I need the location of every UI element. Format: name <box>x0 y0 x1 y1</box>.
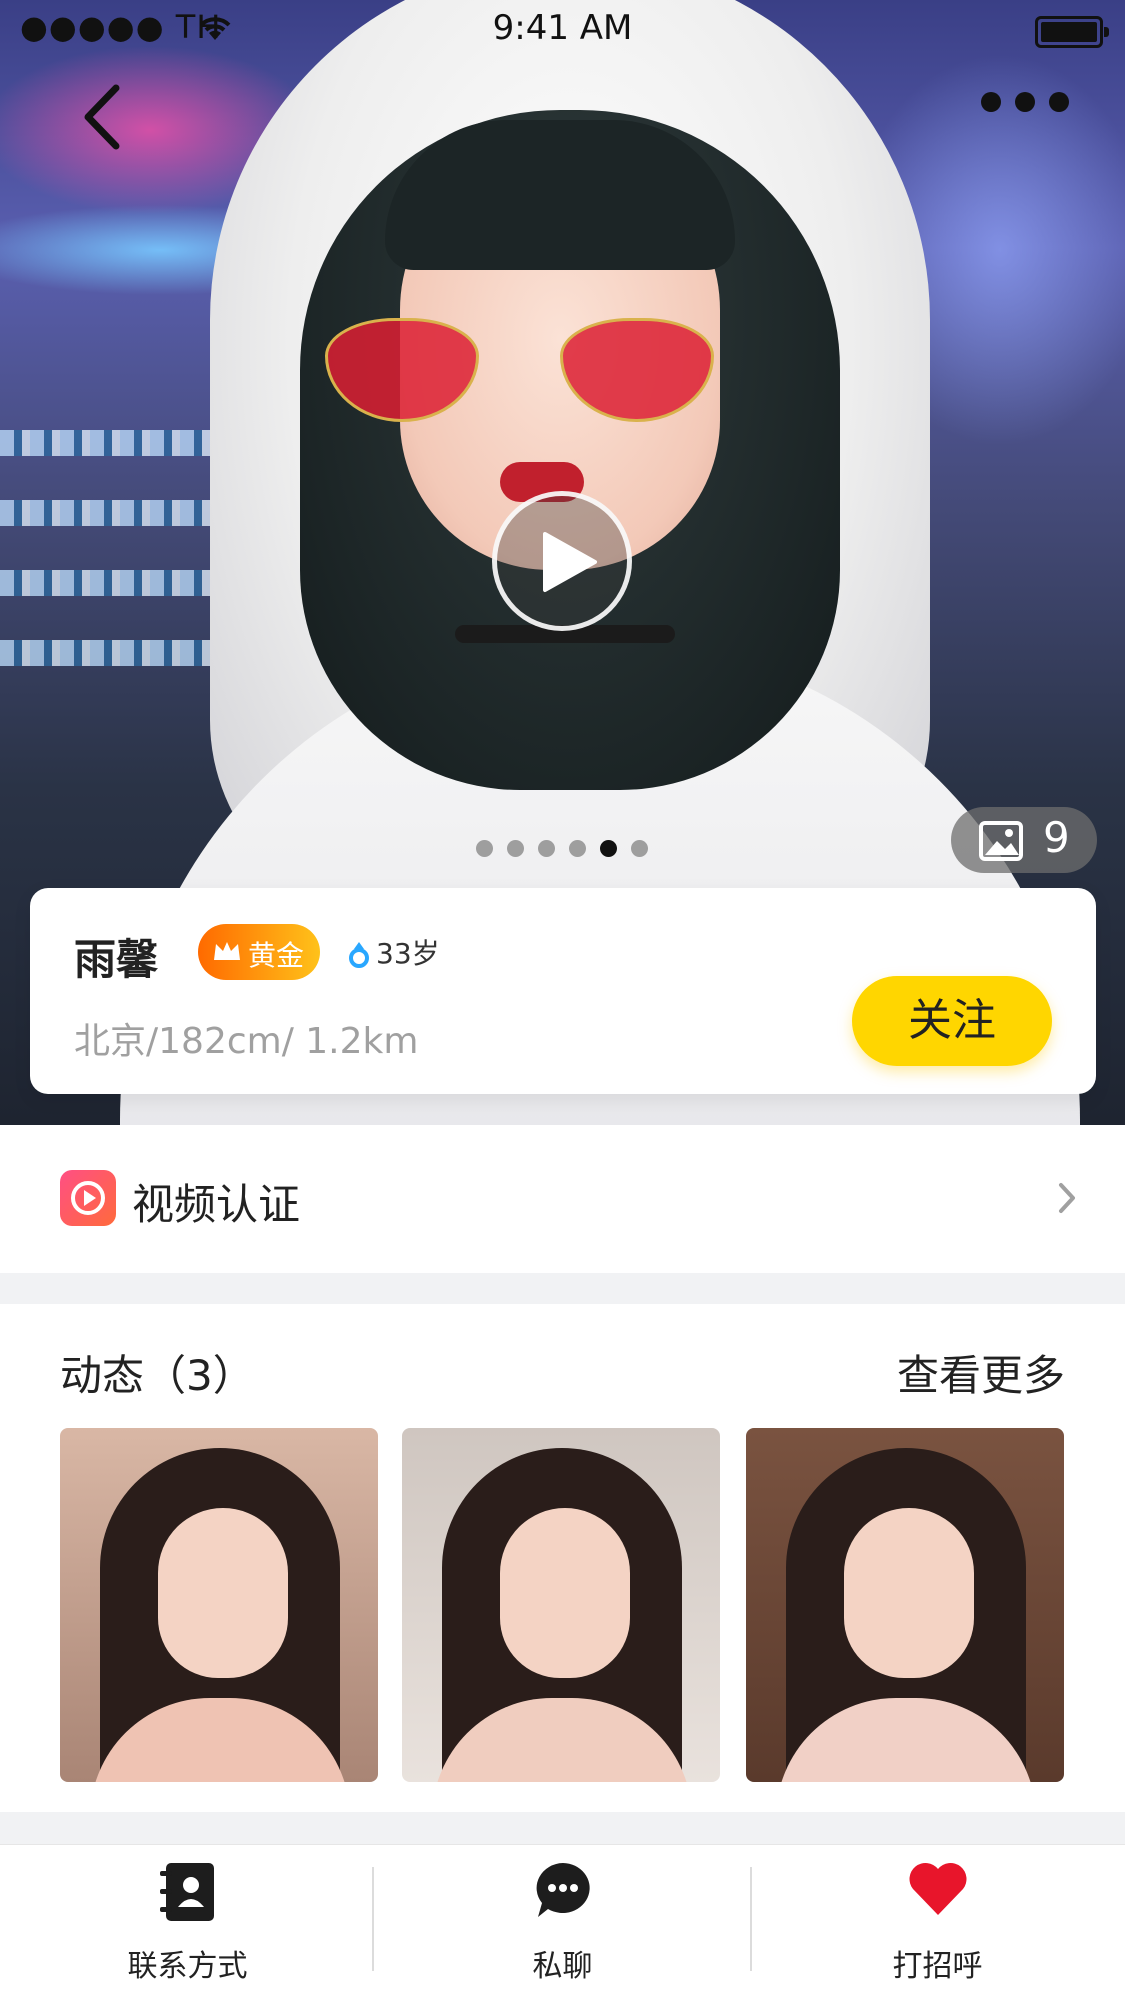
heart-icon <box>908 1862 967 1915</box>
carousel-dot <box>631 840 648 857</box>
carousel-dot <box>569 840 586 857</box>
contact-book-icon <box>159 1863 214 1921</box>
chat-bubble-icon <box>536 1863 590 1917</box>
photo-count-value: 9 <box>1043 813 1070 862</box>
carousel-dot <box>538 840 555 857</box>
tab-say-hi-label: 打招呼 <box>892 1949 983 1984</box>
tab-contact[interactable]: 联系方式 <box>0 1845 375 2002</box>
profile-age: 33岁 <box>376 937 440 970</box>
gender-female-icon <box>349 942 369 968</box>
play-icon <box>543 532 597 592</box>
carousel-dot <box>600 840 617 857</box>
clock: 9:41 AM <box>492 8 633 48</box>
carousel-indicator <box>476 840 648 858</box>
tab-private-chat-label: 私聊 <box>532 1949 593 1984</box>
tab-contact-label: 联系方式 <box>127 1949 248 1984</box>
divider <box>372 1867 374 1971</box>
chevron-right-icon <box>1059 1183 1075 1213</box>
profile-name: 雨馨 <box>74 935 159 984</box>
video-verify-icon <box>60 1170 116 1226</box>
bottom-action-bar: 联系方式 私聊 打招呼 <box>0 1844 1125 2002</box>
profile-card: 雨馨 黄金 33岁 北京/182cm/ 1.2km 关注 <box>30 888 1096 1094</box>
more-dots-icon <box>981 92 1069 112</box>
carousel-dot <box>476 840 493 857</box>
photo-count-badge[interactable]: 9 <box>951 807 1097 873</box>
tab-say-hi[interactable]: 打招呼 <box>750 1845 1125 2002</box>
moment-photo[interactable] <box>402 1428 720 1782</box>
profile-meta: 北京/182cm/ 1.2km <box>74 1021 419 1062</box>
status-bar: ●●●●● TH 9:41 AM <box>0 0 1125 58</box>
more-options-button[interactable] <box>977 88 1073 116</box>
play-video-button[interactable] <box>492 491 632 631</box>
vip-badge: 黄金 <box>198 924 320 980</box>
tab-private-chat[interactable]: 私聊 <box>375 1845 750 2002</box>
crown-icon <box>214 942 240 960</box>
battery-icon <box>1035 16 1109 48</box>
moments-section: 动态（3） 查看更多 <box>0 1304 1125 1812</box>
chevron-left-icon <box>84 84 120 150</box>
image-icon <box>979 821 1023 861</box>
video-verify-row[interactable]: 视频认证 <box>0 1125 1125 1273</box>
hero-photo-bangs <box>385 120 735 270</box>
carousel-dot <box>507 840 524 857</box>
back-button[interactable] <box>78 82 138 152</box>
video-verify-label: 视频认证 <box>132 1180 301 1229</box>
vip-label: 黄金 <box>248 939 305 972</box>
view-more-link[interactable]: 查看更多 <box>897 1342 1065 1403</box>
follow-button[interactable]: 关注 <box>852 976 1052 1066</box>
moments-title: 动态（3） <box>60 1351 255 1400</box>
moment-photo[interactable] <box>60 1428 378 1782</box>
moment-photo[interactable] <box>746 1428 1064 1782</box>
